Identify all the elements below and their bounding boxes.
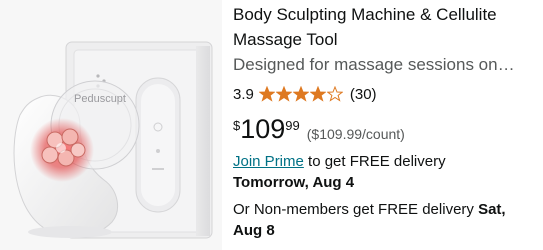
product-photo: Peduscupt: [13, 41, 213, 239]
nonmember-delivery-text: Or Non-members get FREE delivery: [233, 201, 479, 218]
product-details: Body Sculpting Machine & Cellulite Massa…: [233, 0, 537, 241]
rating-row[interactable]: 3.9 (30): [233, 81, 537, 107]
prime-delivery-text: to get FREE delivery: [303, 153, 446, 170]
join-prime-link[interactable]: Join Prime: [233, 153, 304, 170]
product-subtitle[interactable]: Designed for massage sessions on…: [233, 53, 533, 77]
star-icon: [309, 86, 326, 102]
product-image[interactable]: Peduscupt: [0, 0, 222, 250]
star-icon: [258, 86, 275, 102]
rating-value: 3.9: [233, 85, 254, 103]
nonmember-delivery: Or Non-members get FREE delivery Sat, Au…: [233, 199, 533, 241]
product-title[interactable]: Body Sculpting Machine & Cellulite Massa…: [233, 2, 537, 52]
star-icon: [292, 86, 309, 102]
unit-price: ($109.99/count): [306, 126, 405, 142]
star-icon: [326, 86, 343, 102]
star-rating[interactable]: [258, 86, 344, 102]
product-card[interactable]: Peduscupt Body Sculpting Machine & Cellu…: [0, 0, 543, 250]
prime-delivery-date: Tomorrow, Aug 4: [233, 174, 355, 191]
review-count[interactable]: (30): [350, 86, 377, 103]
star-icon: [275, 86, 292, 102]
price-whole: 109: [240, 114, 286, 144]
price-fraction: 99: [285, 118, 300, 133]
price: $ 109 99 ($109.99/count): [233, 115, 537, 149]
brand-logo-text: Peduscupt: [74, 93, 126, 105]
price-symbol: $: [233, 118, 241, 133]
prime-delivery: Join Prime to get FREE delivery Tomorrow…: [233, 151, 537, 193]
